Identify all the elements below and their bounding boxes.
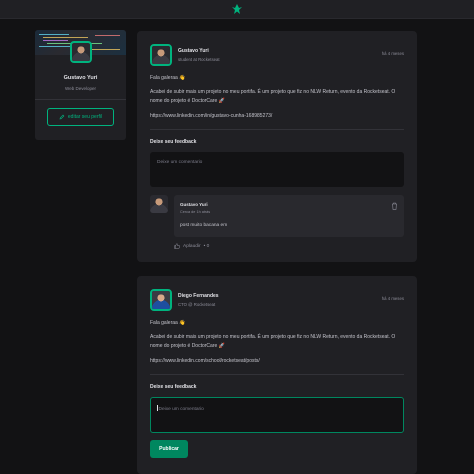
profile-name: Gustavo Yuri: [63, 75, 98, 81]
edit-profile-label: editar seu perfil: [67, 114, 103, 120]
text-caret: [157, 405, 158, 411]
author-role: CTO @ Rocketseat: [178, 302, 216, 307]
trash-icon[interactable]: [391, 202, 398, 210]
comment-textarea[interactable]: Deixe um comentario: [150, 152, 404, 187]
profile-role: Web Developer: [65, 86, 96, 91]
applaud-button[interactable]: Aplaudir • 0: [174, 243, 209, 249]
comment-time: Cerca de 1h atrás: [180, 210, 211, 214]
profile-sidebar: Gustavo Yuri Web Developer editar seu pe…: [35, 30, 126, 140]
author-role: student at Rocketseat: [178, 57, 220, 62]
feedback-title: Deixe seu feedback: [150, 139, 197, 145]
pencil-icon: [59, 114, 65, 120]
post-body: Acabei de subir mais um projeto no meu p…: [150, 334, 396, 349]
post-header: Gustavo Yuri student at Rocketseat: [150, 44, 220, 66]
post-card: Gustavo Yuri student at Rocketseat há 4 …: [137, 31, 417, 262]
author-name: Gustavo Yuri: [178, 48, 209, 54]
profile-avatar: [70, 41, 92, 63]
app-header: [0, 0, 474, 19]
sidebar-divider: [35, 99, 126, 100]
comment-box: Gustavo Yuri Cerca de 1h atrás post muit…: [174, 195, 404, 237]
avatar-image: [152, 46, 170, 64]
post-header: Diego Fernandes CTO @ Rocketseat: [150, 289, 219, 311]
author-avatar[interactable]: [150, 44, 172, 66]
feedback-title: Deixe seu feedback: [150, 384, 197, 390]
comment-author-name: Gustavo Yuri: [180, 202, 208, 207]
comment-text: post muito bacana em: [180, 223, 228, 228]
ignite-logo-icon: [232, 4, 242, 14]
post-link[interactable]: https://www.linkedin.com/school/rocketse…: [150, 357, 404, 366]
avatar-image: [72, 43, 90, 61]
author-avatar[interactable]: [150, 289, 172, 311]
post-time: há 4 meses: [381, 296, 404, 301]
comment-author-avatar[interactable]: [150, 195, 168, 213]
post-greeting: Fala galeraa 👋: [150, 75, 186, 81]
post-divider: [150, 129, 404, 130]
post-divider: [150, 374, 404, 375]
avatar-image: [150, 195, 168, 213]
comment-placeholder: Deixe um comentario: [158, 407, 204, 412]
post-greeting: Fala galeraa 👋: [150, 320, 186, 326]
comment-textarea[interactable]: Deixe um comentario: [150, 397, 404, 433]
avatar-image: [152, 291, 170, 309]
post-link[interactable]: https://www.linkedin.com/in/gustavo-cunh…: [150, 112, 404, 121]
post-card: Diego Fernandes CTO @ Rocketseat há 4 me…: [137, 276, 417, 474]
publish-button[interactable]: Publicar: [150, 440, 188, 458]
thumbs-up-icon: [174, 243, 180, 249]
applaud-label: Aplaudir: [183, 243, 201, 249]
post-body: Acabei de subir mais um projeto no meu p…: [150, 89, 396, 104]
post-time: há 4 meses: [381, 51, 404, 56]
author-name: Diego Fernandes: [178, 293, 219, 299]
edit-profile-button[interactable]: editar seu perfil: [47, 108, 114, 126]
applaud-count: • 0: [203, 243, 210, 249]
